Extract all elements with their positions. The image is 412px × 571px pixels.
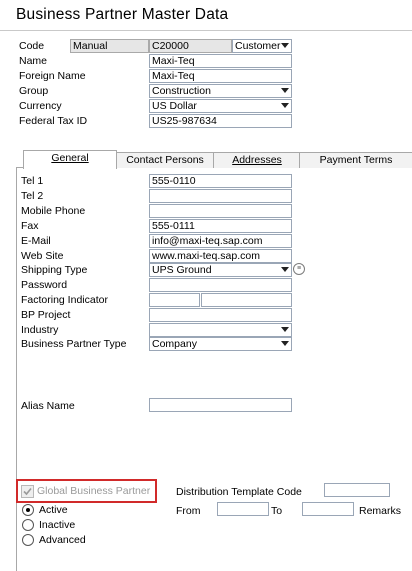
shipping-label: Shipping Type (21, 264, 88, 276)
series-dropdown[interactable]: Manual (70, 39, 149, 53)
password-field[interactable] (149, 278, 292, 292)
code-field[interactable]: C20000 (149, 39, 232, 53)
alias-field[interactable] (149, 398, 292, 412)
fax-value: 555-0111 (152, 220, 195, 232)
name-label: Name (19, 55, 48, 67)
remarks-label: Remarks (359, 505, 402, 517)
bp-type-value: Customer (235, 40, 281, 52)
group-label: Group (19, 85, 49, 97)
password-label: Password (21, 279, 68, 291)
bp-project-field[interactable] (149, 308, 292, 322)
details-icon[interactable]: ≡ (293, 263, 305, 275)
bp-project-label: BP Project (21, 309, 71, 321)
tel2-field[interactable] (149, 189, 292, 203)
tax-id-label: Federal Tax ID (19, 115, 88, 127)
fax-field[interactable]: 555-0111 (149, 219, 292, 233)
factoring-field-2[interactable] (201, 293, 292, 307)
radio-inactive-label: Inactive (39, 519, 76, 531)
currency-label: Currency (19, 100, 62, 112)
factoring-field-1[interactable] (149, 293, 200, 307)
radio-inactive[interactable] (22, 519, 34, 531)
tax-id-field[interactable]: US25-987634 (149, 114, 292, 128)
foreign-name-value: Maxi-Teq (152, 70, 195, 82)
tab-general[interactable]: General (23, 150, 117, 169)
tab-contact-persons-label: Contact Persons (126, 154, 204, 166)
code-label: Code (19, 40, 45, 52)
chevron-down-icon (281, 341, 289, 346)
bp-type-dropdown[interactable]: Customer (232, 39, 292, 53)
shipping-value: UPS Ground (152, 264, 212, 276)
radio-active-label: Active (39, 504, 68, 516)
dist-template-field[interactable] (324, 483, 390, 497)
name-value: Maxi-Teq (152, 55, 195, 67)
from-field[interactable] (217, 502, 269, 516)
tab-contact-persons[interactable]: Contact Persons (115, 152, 215, 168)
shipping-dropdown[interactable]: UPS Ground (149, 263, 292, 277)
series-value: Manual (73, 40, 108, 52)
chevron-down-icon (281, 327, 289, 332)
website-value: www.maxi-teq.sap.com (152, 250, 260, 262)
tab-addresses-label: Addresses (232, 154, 282, 166)
tab-payment-terms-label: Payment Terms (319, 154, 393, 166)
currency-value: US Dollar (152, 100, 197, 112)
group-dropdown[interactable]: Construction (149, 84, 292, 98)
tax-id-value: US25-987634 (152, 115, 217, 127)
global-bp-label: Global Business Partner (37, 485, 151, 497)
foreign-name-label: Foreign Name (19, 70, 86, 82)
dist-template-label: Distribution Template Code (176, 486, 302, 498)
bp-type-label: Business Partner Type (21, 338, 127, 350)
mobile-field[interactable] (149, 204, 292, 218)
website-field[interactable]: www.maxi-teq.sap.com (149, 249, 292, 263)
chevron-down-icon (281, 88, 289, 93)
currency-dropdown[interactable]: US Dollar (149, 99, 292, 113)
global-bp-checkbox[interactable] (21, 485, 34, 498)
code-value: C20000 (152, 40, 189, 52)
tel1-field[interactable]: 555-0110 (149, 174, 292, 188)
tel2-label: Tel 2 (21, 190, 44, 202)
chevron-down-icon (281, 267, 289, 272)
fax-label: Fax (21, 220, 39, 232)
name-field[interactable]: Maxi-Teq (149, 54, 292, 68)
website-label: Web Site (21, 250, 64, 262)
tab-general-label: General (51, 152, 89, 164)
window-title: Business Partner Master Data (16, 6, 229, 23)
tel1-label: Tel 1 (21, 175, 44, 187)
bp-type-field-value: Company (152, 338, 197, 350)
tel1-value: 555-0110 (152, 175, 196, 187)
chevron-down-icon (281, 103, 289, 108)
email-field[interactable]: info@maxi-teq.sap.com (149, 234, 292, 248)
industry-dropdown[interactable] (149, 323, 292, 337)
to-field[interactable] (302, 502, 354, 516)
radio-active[interactable] (22, 504, 34, 516)
email-value: info@maxi-teq.sap.com (152, 235, 263, 247)
chevron-down-icon (281, 43, 289, 48)
from-label: From (176, 505, 201, 517)
checkmark-icon (23, 487, 32, 496)
industry-label: Industry (21, 324, 59, 336)
mobile-label: Mobile Phone (21, 205, 86, 217)
factoring-label: Factoring Indicator (21, 294, 108, 306)
email-label: E-Mail (21, 235, 51, 247)
foreign-name-field[interactable]: Maxi-Teq (149, 69, 292, 83)
to-label: To (271, 505, 283, 517)
radio-advanced[interactable] (22, 534, 34, 546)
tab-addresses[interactable]: Addresses (213, 152, 301, 168)
alias-label: Alias Name (21, 400, 75, 412)
radio-advanced-label: Advanced (39, 534, 86, 546)
tab-payment-terms[interactable]: Payment Terms (299, 152, 412, 168)
bp-type-field[interactable]: Company (149, 337, 292, 351)
group-value: Construction (152, 85, 211, 97)
